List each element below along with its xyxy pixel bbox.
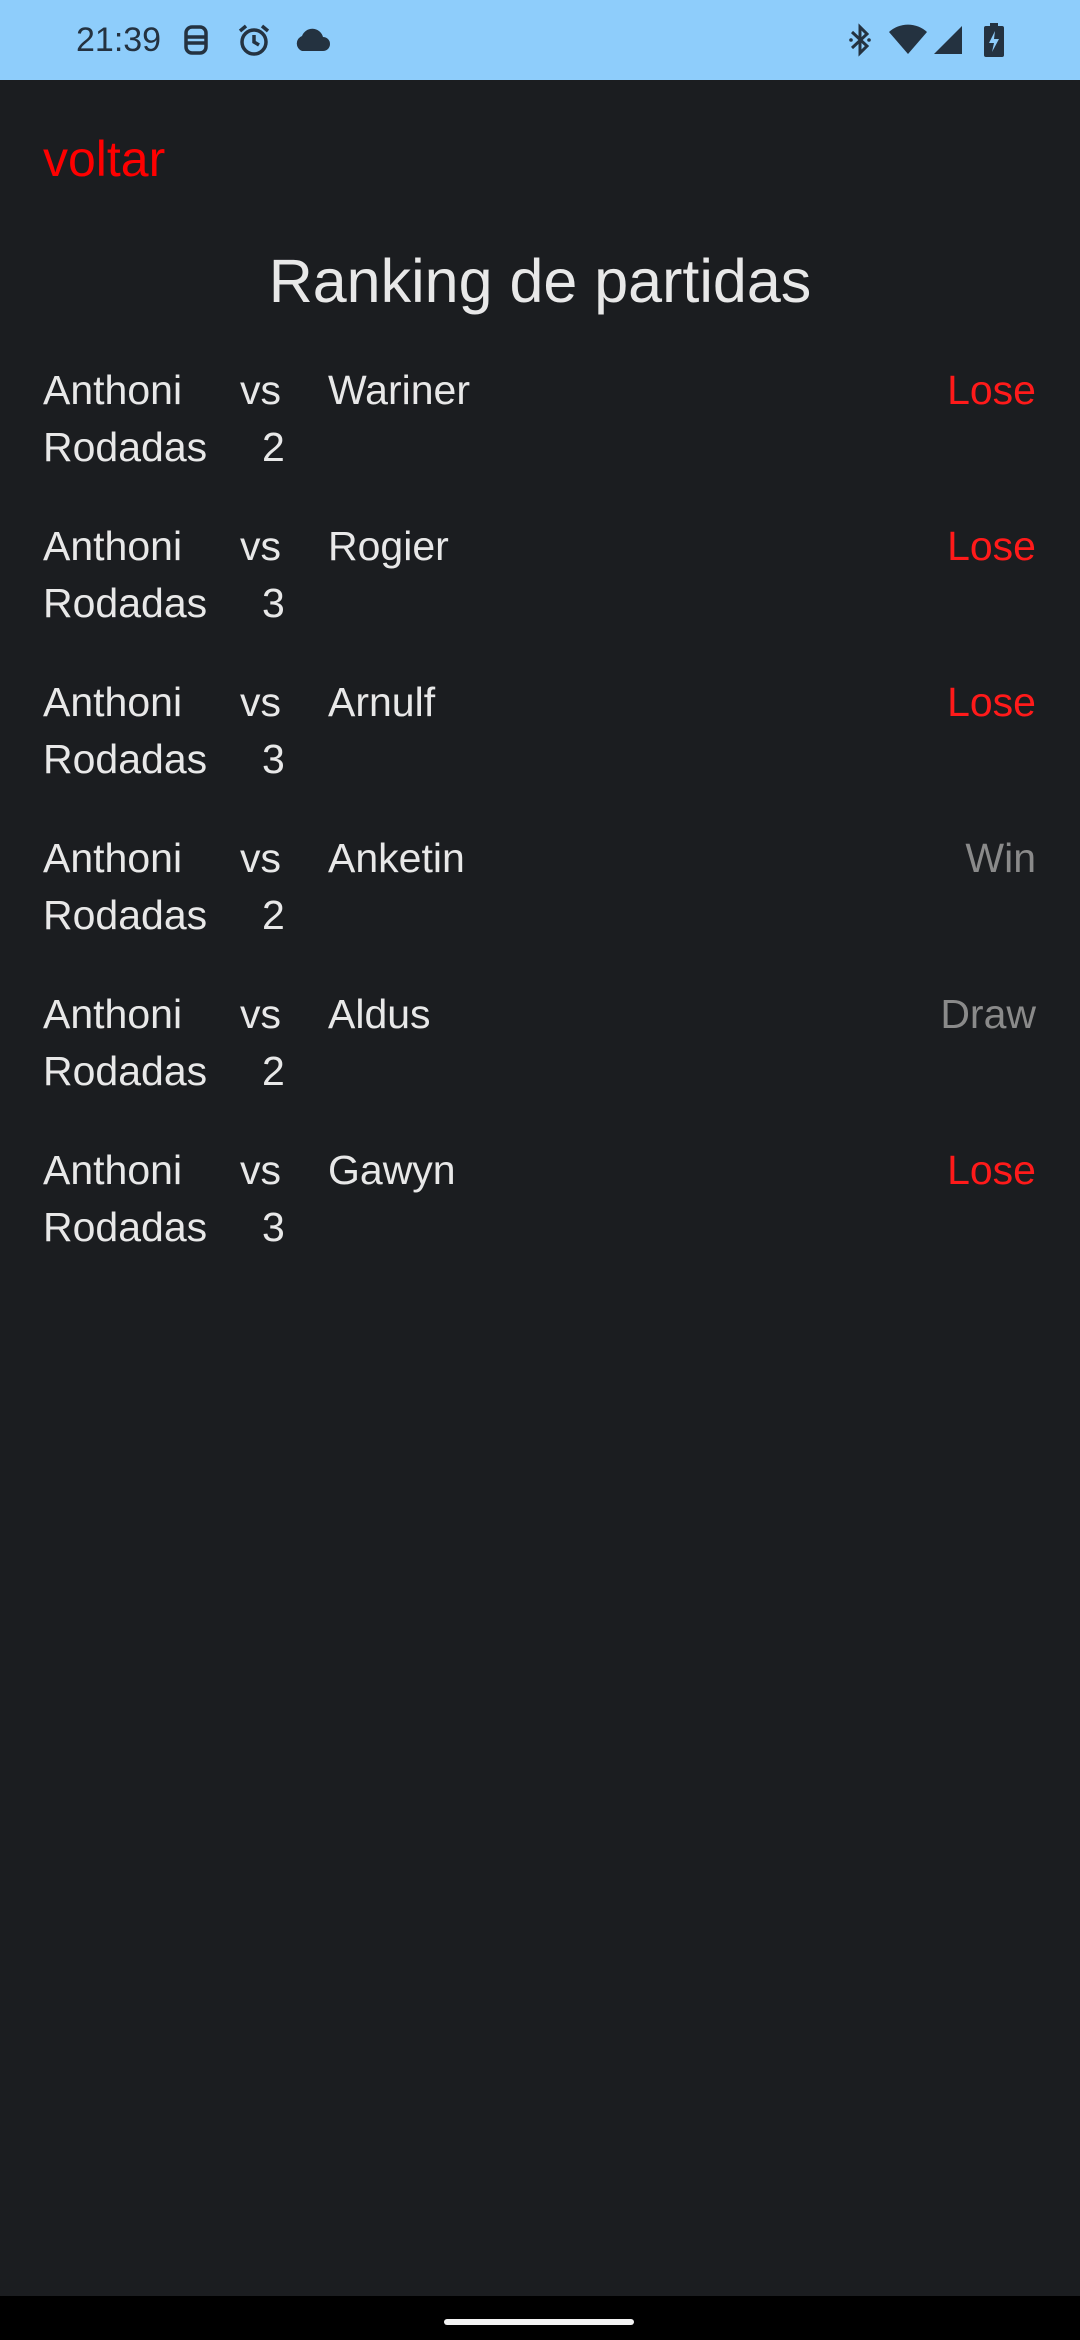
opponent-name: Wariner — [328, 367, 470, 413]
rounds-value: 3 — [262, 736, 285, 782]
rounds-value: 2 — [262, 424, 285, 470]
assistant-icon — [176, 20, 216, 60]
alarm-icon — [234, 20, 274, 60]
home-gesture-handle[interactable] — [444, 2319, 634, 2325]
back-link[interactable]: voltar — [43, 126, 165, 192]
page-title: Ranking de partidas — [268, 247, 812, 315]
player-name: Anthoni — [43, 1147, 183, 1193]
navigation-bar — [0, 2296, 1080, 2340]
player-name: Anthoni — [43, 991, 183, 1037]
match-result: Lose — [947, 679, 1036, 725]
rounds-value: 2 — [262, 892, 285, 938]
battery-charging-icon — [974, 20, 1014, 60]
vs-label: vs — [240, 367, 281, 413]
player-name: Anthoni — [43, 679, 183, 725]
opponent-name: Aldus — [328, 991, 431, 1037]
player-name: Anthoni — [43, 367, 183, 413]
status-bar: 21:39 — [0, 0, 1080, 80]
player-name: Anthoni — [43, 835, 183, 881]
vs-label: vs — [240, 679, 281, 725]
match-item[interactable]: Anthoni vs Aldus Draw Rodadas 2 — [0, 986, 1080, 1142]
opponent-name: Rogier — [328, 523, 449, 569]
rounds-label: Rodadas — [43, 892, 208, 938]
rounds-label: Rodadas — [43, 424, 208, 470]
status-time: 21:39 — [76, 21, 162, 59]
match-item[interactable]: Anthoni vs Rogier Lose Rodadas 3 — [0, 518, 1080, 674]
rounds-value: 3 — [262, 580, 285, 626]
vs-label: vs — [240, 991, 281, 1037]
cloud-icon — [292, 20, 332, 60]
match-result: Lose — [947, 523, 1036, 569]
match-list: Anthoni vs Wariner Lose Rodadas 2 Anthon… — [0, 362, 1080, 1298]
match-result: Lose — [947, 1147, 1036, 1193]
match-result: Draw — [940, 991, 1036, 1037]
rounds-label: Rodadas — [43, 736, 208, 782]
match-result: Win — [965, 835, 1036, 881]
bluetooth-icon — [840, 20, 880, 60]
vs-label: vs — [240, 835, 281, 881]
match-result: Lose — [947, 367, 1036, 413]
match-item[interactable]: Anthoni vs Arnulf Lose Rodadas 3 — [0, 674, 1080, 830]
match-item[interactable]: Anthoni vs Anketin Win Rodadas 2 — [0, 830, 1080, 986]
player-name: Anthoni — [43, 523, 183, 569]
rounds-value: 2 — [262, 1048, 285, 1094]
vs-label: vs — [240, 1147, 281, 1193]
cell-signal-icon — [928, 20, 968, 60]
rounds-value: 3 — [262, 1204, 285, 1250]
opponent-name: Arnulf — [328, 679, 436, 725]
match-item[interactable]: Anthoni vs Wariner Lose Rodadas 2 — [0, 362, 1080, 518]
wifi-icon — [888, 20, 928, 60]
rounds-label: Rodadas — [43, 1048, 208, 1094]
opponent-name: Anketin — [328, 835, 465, 881]
rounds-label: Rodadas — [43, 1204, 208, 1250]
match-item[interactable]: Anthoni vs Gawyn Lose Rodadas 3 — [0, 1142, 1080, 1298]
vs-label: vs — [240, 523, 281, 569]
screen: 21:39 voltar Ranking de partidas Anthoni… — [0, 0, 1080, 2340]
rounds-label: Rodadas — [43, 580, 208, 626]
opponent-name: Gawyn — [328, 1147, 456, 1193]
